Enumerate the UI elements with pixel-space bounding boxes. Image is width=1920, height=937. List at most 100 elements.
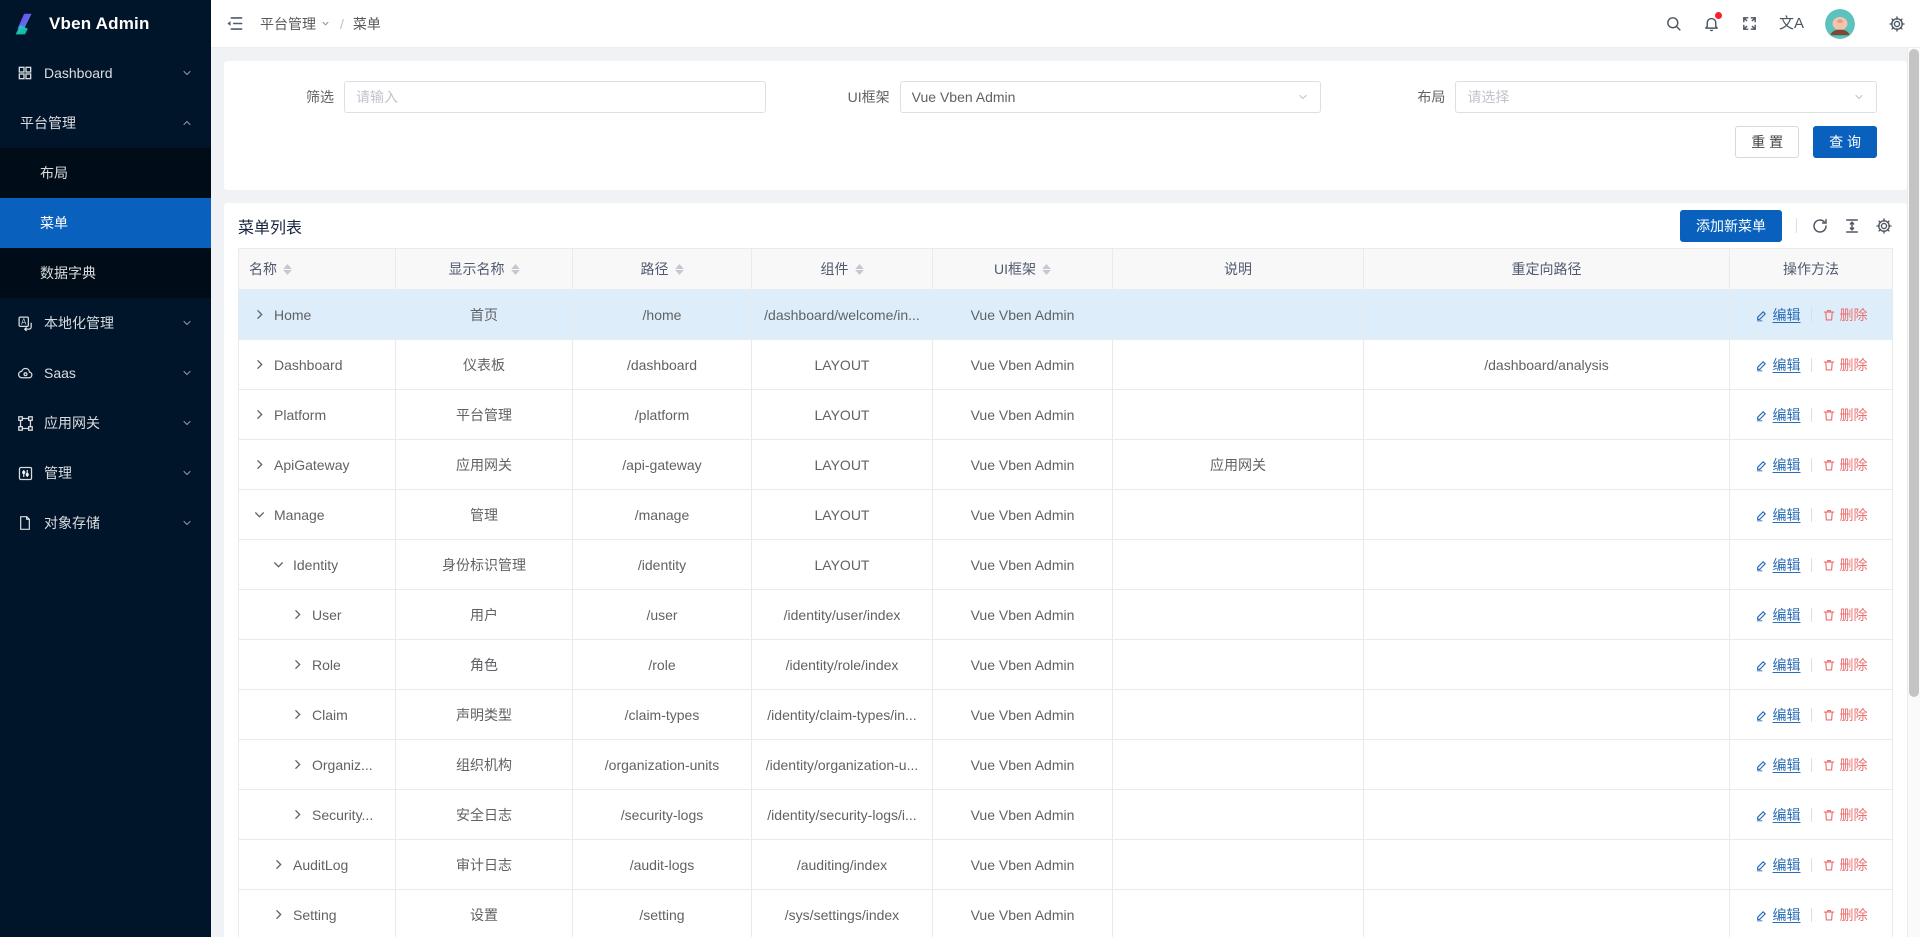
settings-gear-icon[interactable] bbox=[1888, 15, 1906, 33]
edit-button[interactable]: 编辑 bbox=[1755, 605, 1801, 625]
tree-expand-icon[interactable] bbox=[272, 858, 285, 871]
filter-select[interactable]: Vue Vben Admin bbox=[900, 81, 1322, 113]
edit-button[interactable]: 编辑 bbox=[1755, 405, 1801, 425]
table-row-manage[interactable]: Manage管理/manageLAYOUTVue Vben Admin编辑删除 bbox=[239, 490, 1892, 540]
query-button[interactable]: 查 询 bbox=[1813, 126, 1877, 158]
edit-button[interactable]: 编辑 bbox=[1755, 505, 1801, 525]
table-settings-gear-icon[interactable] bbox=[1875, 217, 1893, 235]
cell-display-name-text: 安全日志 bbox=[456, 805, 512, 825]
sort-carets-icon[interactable] bbox=[675, 264, 684, 275]
breadcrumb-section[interactable]: 平台管理 bbox=[260, 14, 331, 34]
tree-collapse-icon[interactable] bbox=[272, 558, 285, 571]
tree-expand-icon[interactable] bbox=[291, 658, 304, 671]
reset-button[interactable]: 重 置 bbox=[1735, 126, 1799, 158]
delete-button[interactable]: 删除 bbox=[1822, 905, 1868, 925]
tree-expand-icon[interactable] bbox=[253, 408, 266, 421]
table-row-dashboard[interactable]: Dashboard仪表板/dashboardLAYOUTVue Vben Adm… bbox=[239, 340, 1892, 390]
sort-carets-icon[interactable] bbox=[1042, 264, 1051, 275]
sidebar-item-7[interactable]: 应用网关 bbox=[0, 398, 211, 448]
filter-select[interactable]: 请选择 bbox=[1455, 81, 1877, 113]
edit-button[interactable]: 编辑 bbox=[1755, 655, 1801, 675]
tree-expand-icon[interactable] bbox=[253, 458, 266, 471]
edit-button[interactable]: 编辑 bbox=[1755, 755, 1801, 775]
delete-button[interactable]: 删除 bbox=[1822, 855, 1868, 875]
table-row-organiz[interactable]: Organiz...组织机构/organization-units/identi… bbox=[239, 740, 1892, 790]
tree-expand-icon[interactable] bbox=[291, 758, 304, 771]
tree-expand-icon[interactable] bbox=[291, 708, 304, 721]
sidebar-item-saas[interactable]: Saas bbox=[0, 348, 211, 398]
edit-button[interactable]: 编辑 bbox=[1755, 855, 1801, 875]
tree-expand-icon[interactable] bbox=[291, 608, 304, 621]
sort-carets-icon[interactable] bbox=[855, 264, 864, 275]
cell-display-name: 组织机构 bbox=[396, 740, 573, 789]
delete-button[interactable]: 删除 bbox=[1822, 655, 1868, 675]
cell-redirect bbox=[1364, 790, 1730, 839]
language-icon[interactable]: 文A bbox=[1779, 16, 1804, 31]
table-row-identity[interactable]: Identity身份标识管理/identityLAYOUTVue Vben Ad… bbox=[239, 540, 1892, 590]
column-header-0[interactable]: 名称 bbox=[239, 249, 396, 289]
fullscreen-icon[interactable] bbox=[1741, 15, 1758, 32]
tree-collapse-icon[interactable] bbox=[253, 508, 266, 521]
scrollbar-thumb[interactable] bbox=[1909, 49, 1919, 697]
delete-button[interactable]: 删除 bbox=[1822, 405, 1868, 425]
tree-expand-icon[interactable] bbox=[253, 308, 266, 321]
delete-button[interactable]: 删除 bbox=[1822, 755, 1868, 775]
table-row-claim[interactable]: Claim声明类型/claim-types/identity/claim-typ… bbox=[239, 690, 1892, 740]
sidebar-fold-icon[interactable] bbox=[225, 14, 244, 33]
delete-button[interactable]: 删除 bbox=[1822, 455, 1868, 475]
sort-carets-icon[interactable] bbox=[511, 264, 520, 275]
filter-input-wrapper bbox=[344, 81, 766, 113]
table-row-setting[interactable]: Setting设置/setting/sys/settings/indexVue … bbox=[239, 890, 1892, 937]
edit-button[interactable]: 编辑 bbox=[1755, 455, 1801, 475]
sidebar-item-4[interactable]: 数据字典 bbox=[0, 248, 211, 298]
delete-button[interactable]: 删除 bbox=[1822, 505, 1868, 525]
edit-button[interactable]: 编辑 bbox=[1755, 355, 1801, 375]
delete-button[interactable]: 删除 bbox=[1822, 355, 1868, 375]
edit-button[interactable]: 编辑 bbox=[1755, 555, 1801, 575]
sidebar-item-2[interactable]: 布局 bbox=[0, 148, 211, 198]
row-height-icon[interactable] bbox=[1843, 217, 1861, 235]
edit-button[interactable]: 编辑 bbox=[1755, 905, 1801, 925]
table-row-user[interactable]: User用户/user/identity/user/indexVue Vben … bbox=[239, 590, 1892, 640]
sidebar-item-9[interactable]: 对象存储 bbox=[0, 498, 211, 548]
sidebar-item-1[interactable]: 平台管理 bbox=[0, 98, 211, 148]
edit-button[interactable]: 编辑 bbox=[1755, 305, 1801, 325]
app-logo[interactable]: Vben Admin bbox=[0, 0, 211, 48]
vertical-scrollbar[interactable] bbox=[1907, 48, 1920, 937]
table-row-apigateway[interactable]: ApiGateway应用网关/api-gatewayLAYOUTVue Vben… bbox=[239, 440, 1892, 490]
add-menu-button[interactable]: 添加新菜单 bbox=[1680, 210, 1782, 242]
action-divider bbox=[1811, 308, 1812, 322]
delete-button[interactable]: 删除 bbox=[1822, 305, 1868, 325]
delete-button[interactable]: 删除 bbox=[1822, 805, 1868, 825]
delete-button[interactable]: 删除 bbox=[1822, 555, 1868, 575]
table-row-role[interactable]: Role角色/role/identity/role/indexVue Vben … bbox=[239, 640, 1892, 690]
tree-expand-icon[interactable] bbox=[291, 808, 304, 821]
breadcrumb-page[interactable]: 菜单 bbox=[353, 14, 381, 34]
tree-expand-icon[interactable] bbox=[272, 908, 285, 921]
column-header-4[interactable]: UI框架 bbox=[933, 249, 1113, 289]
search-icon[interactable] bbox=[1665, 15, 1682, 32]
edit-button[interactable]: 编辑 bbox=[1755, 805, 1801, 825]
sort-carets-icon[interactable] bbox=[283, 264, 292, 275]
notification-bell-icon[interactable] bbox=[1703, 15, 1720, 32]
column-header-2[interactable]: 路径 bbox=[573, 249, 752, 289]
table-row-auditlog[interactable]: AuditLog审计日志/audit-logs/auditing/indexVu… bbox=[239, 840, 1892, 890]
cell-description bbox=[1113, 840, 1364, 889]
column-header-1[interactable]: 显示名称 bbox=[396, 249, 573, 289]
delete-button[interactable]: 删除 bbox=[1822, 705, 1868, 725]
sidebar-item-8[interactable]: 管理 bbox=[0, 448, 211, 498]
edit-button[interactable]: 编辑 bbox=[1755, 705, 1801, 725]
table-row-home[interactable]: Home首页/home/dashboard/welcome/in...Vue V… bbox=[239, 290, 1892, 340]
sidebar-item-dashboard[interactable]: Dashboard bbox=[0, 48, 211, 98]
sidebar-item-5[interactable]: A本地化管理 bbox=[0, 298, 211, 348]
cell-display-name: 安全日志 bbox=[396, 790, 573, 839]
sidebar-item-3[interactable]: 菜单 bbox=[0, 198, 211, 248]
table-row-platform[interactable]: Platform平台管理/platformLAYOUTVue Vben Admi… bbox=[239, 390, 1892, 440]
tree-expand-icon[interactable] bbox=[253, 358, 266, 371]
user-avatar[interactable] bbox=[1825, 9, 1855, 39]
column-header-3[interactable]: 组件 bbox=[752, 249, 933, 289]
delete-button[interactable]: 删除 bbox=[1822, 605, 1868, 625]
table-row-security[interactable]: Security...安全日志/security-logs/identity/s… bbox=[239, 790, 1892, 840]
refresh-icon[interactable] bbox=[1811, 217, 1829, 235]
filter-text-input[interactable] bbox=[356, 89, 754, 105]
